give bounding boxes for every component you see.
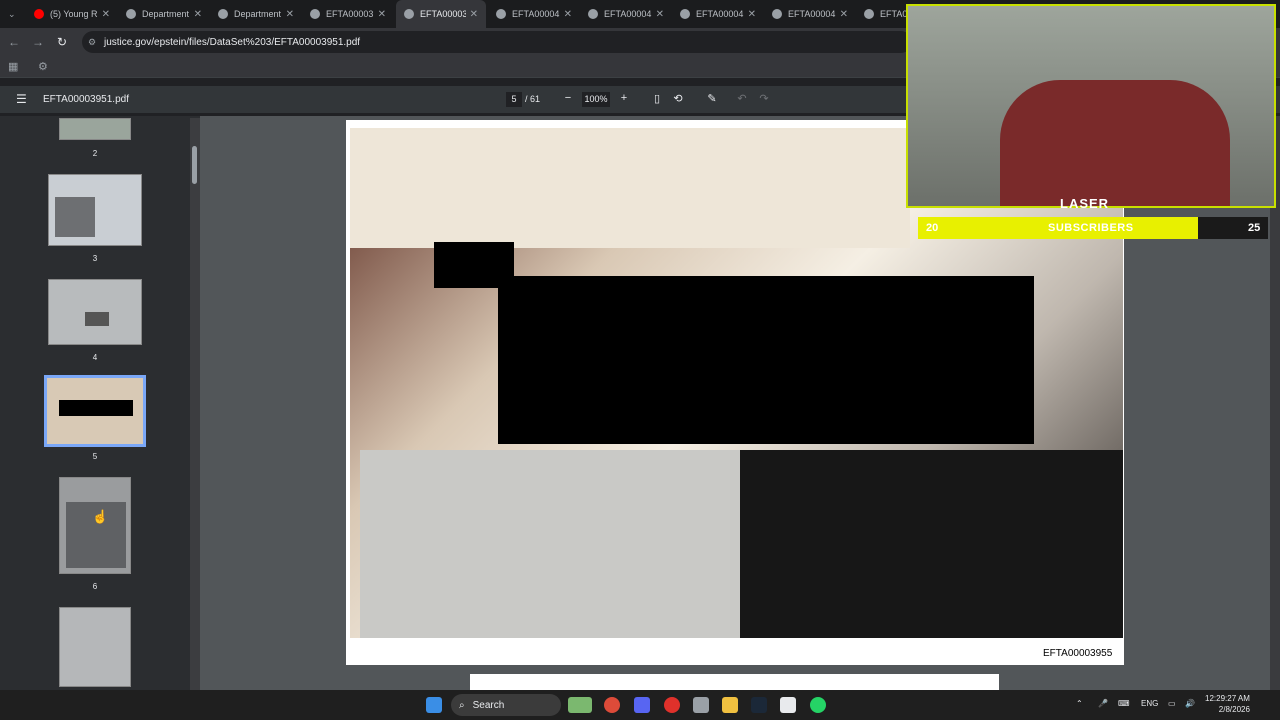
tab-10[interactable]: EFTA00: [856, 0, 906, 28]
file-explorer-icon[interactable]: [722, 697, 738, 713]
mouse-cursor-icon: ☝: [92, 509, 109, 524]
taskbar: ⌕ Search ⌃ 🎤 ⌨ ENG ▭ 🔊 12:29:27 AM 2/8/202…: [0, 690, 1280, 720]
microphone-icon[interactable]: 🎤: [1098, 699, 1108, 708]
opera-icon[interactable]: [664, 697, 680, 713]
thumbnail-label: 2: [92, 149, 98, 158]
tab-9[interactable]: EFTA00004 ✕: [764, 0, 856, 28]
tab-4[interactable]: EFTA00003 ✕: [302, 0, 394, 28]
thumbnail-page-2[interactable]: [59, 118, 131, 140]
chrome-icon[interactable]: [604, 697, 620, 713]
site-icon: [772, 9, 782, 19]
site-icon: [680, 9, 690, 19]
site-info-icon[interactable]: ⚙: [88, 37, 96, 48]
thumbnail-label: 4: [92, 353, 98, 362]
url-text: justice.gov/epstein/files/DataSet%203/EF…: [104, 36, 361, 48]
tray-chevron-icon[interactable]: ⌃: [1076, 699, 1083, 708]
tab-1[interactable]: (5) Young R ✕: [26, 0, 118, 28]
page-total: / 61: [525, 94, 541, 104]
redo-icon[interactable]: ↷: [757, 92, 771, 105]
close-icon[interactable]: ✕: [748, 9, 756, 20]
close-icon[interactable]: ✕: [840, 9, 848, 20]
keyboard-icon[interactable]: ⌨: [1118, 699, 1130, 708]
subscriber-goal: 25: [1248, 222, 1261, 234]
address-bar[interactable]: ⚙ justice.gov/epstein/files/DataSet%203/…: [82, 31, 912, 53]
site-icon: [588, 9, 598, 19]
close-icon[interactable]: ✕: [102, 9, 110, 20]
annotate-icon[interactable]: ✎: [705, 92, 719, 105]
photo-pillow: [350, 128, 910, 248]
taskbar-search[interactable]: ⌕ Search: [451, 694, 561, 716]
tab-3[interactable]: Department ✕: [210, 0, 302, 28]
site-icon: [310, 9, 320, 19]
tab-8[interactable]: EFTA00004 ✕: [672, 0, 764, 28]
site-icon: [404, 9, 414, 19]
apps-grid-icon[interactable]: ▦: [8, 60, 18, 73]
tab-7[interactable]: EFTA00004 ✕: [580, 0, 672, 28]
network-icon[interactable]: ▭: [1168, 699, 1176, 708]
chevron-down-icon: ⌄: [8, 8, 16, 19]
sidebar-scrollbar[interactable]: [190, 118, 200, 690]
close-icon[interactable]: ✕: [470, 9, 478, 20]
thumbnail-label: 6: [92, 582, 98, 591]
thumbnail-label: 3: [92, 254, 98, 263]
close-icon[interactable]: ✕: [378, 9, 386, 20]
next-pdf-page: [470, 674, 999, 690]
tab-search-button[interactable]: ⌄: [0, 0, 24, 28]
thumbnail-page-5[interactable]: [44, 375, 146, 447]
reload-icon[interactable]: ↻: [54, 34, 70, 50]
app-icon[interactable]: [780, 697, 796, 713]
site-icon: [864, 9, 874, 19]
subscriber-label: SUBSCRIBERS: [1048, 222, 1134, 234]
back-icon[interactable]: ←: [6, 34, 22, 50]
volume-icon[interactable]: 🔊: [1185, 699, 1195, 708]
zoom-input[interactable]: 100%: [582, 92, 610, 107]
close-icon[interactable]: ✕: [564, 9, 572, 20]
fit-page-icon[interactable]: ▯: [650, 92, 664, 105]
clock[interactable]: 12:29:27 AM 2/8/2026: [1205, 693, 1250, 715]
app-icon[interactable]: [693, 697, 709, 713]
site-icon: [218, 9, 228, 19]
site-icon: [496, 9, 506, 19]
thumbnail-page-4[interactable]: [48, 279, 142, 345]
forward-icon[interactable]: →: [30, 34, 46, 50]
overlay-logo: LASER: [1060, 196, 1110, 211]
widget-icon[interactable]: [568, 697, 592, 713]
subscriber-count: 20: [926, 222, 939, 234]
photo-region: [740, 450, 1123, 638]
pdf-title: EFTA00003951.pdf: [43, 94, 129, 105]
tab-2[interactable]: Department ✕: [118, 0, 210, 28]
search-icon: ⌕: [459, 699, 465, 711]
thumbnail-page-3[interactable]: [48, 174, 142, 246]
thumbnail-label: 5: [92, 452, 98, 461]
thumbnail-page-6[interactable]: [59, 477, 131, 574]
photo-region: [360, 450, 740, 638]
extension-icon[interactable]: ⚙: [38, 60, 48, 73]
language-indicator[interactable]: ENG: [1141, 699, 1158, 708]
webcam-person: [1000, 80, 1230, 206]
windows-start-icon[interactable]: [426, 697, 442, 713]
steam-icon[interactable]: [751, 697, 767, 713]
close-icon[interactable]: ✕: [194, 9, 202, 20]
youtube-icon: [34, 9, 44, 19]
undo-icon[interactable]: ↶: [735, 92, 749, 105]
rotate-icon[interactable]: ⟲: [671, 92, 685, 105]
site-icon: [126, 9, 136, 19]
zoom-in-icon[interactable]: +: [617, 92, 631, 104]
close-icon[interactable]: ✕: [286, 9, 294, 20]
whatsapp-icon[interactable]: [810, 697, 826, 713]
zoom-out-icon[interactable]: −: [561, 92, 575, 104]
tab-6[interactable]: EFTA00004 ✕: [488, 0, 580, 28]
thumbnail-page-7[interactable]: [59, 607, 131, 687]
redaction-box: [498, 276, 1034, 444]
close-icon[interactable]: ✕: [656, 9, 664, 20]
page-number-input[interactable]: 5: [506, 92, 522, 107]
menu-icon[interactable]: ☰: [16, 92, 27, 106]
discord-icon[interactable]: [634, 697, 650, 713]
tab-5-active[interactable]: EFTA00003 ✕: [396, 0, 486, 28]
page-bates-label: EFTA00003955: [1043, 648, 1113, 659]
